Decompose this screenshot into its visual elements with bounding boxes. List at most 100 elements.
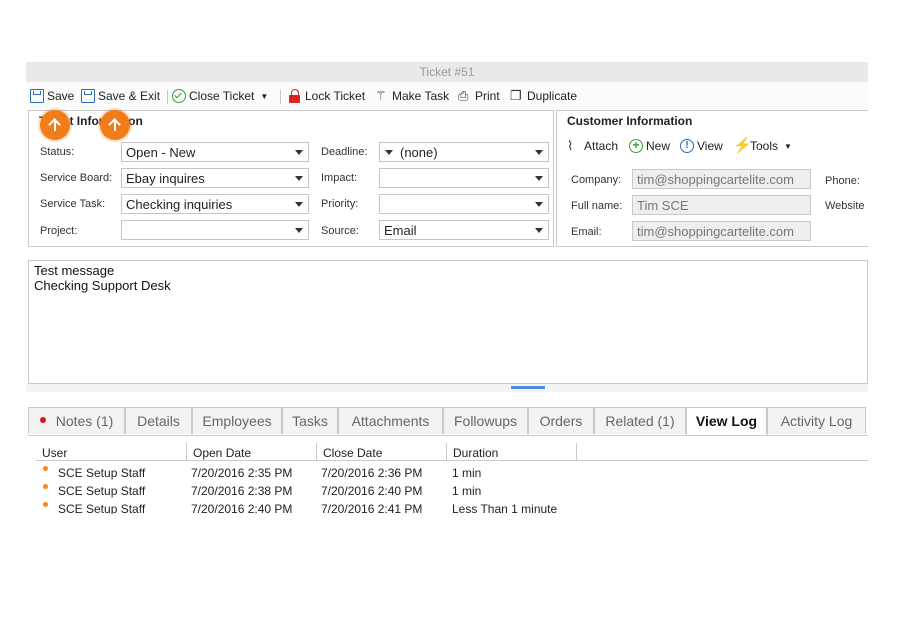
chevron-down-icon xyxy=(295,150,303,155)
duplicate-button[interactable]: ❐ Duplicate xyxy=(510,88,577,104)
new-customer-button[interactable]: + New xyxy=(629,139,670,153)
chevron-down-icon: ▼ xyxy=(260,91,269,101)
cell-close-date: 7/20/2016 2:36 PM xyxy=(321,466,423,480)
splitter-handle[interactable] xyxy=(511,386,545,389)
deadline-value: (none) xyxy=(400,145,438,160)
cell-duration: Less Than 1 minute xyxy=(452,502,558,514)
chevron-down-icon xyxy=(385,150,393,155)
window-title: Ticket #51 xyxy=(419,65,475,79)
cell-user: SCE Setup Staff xyxy=(58,502,146,514)
service-board-select[interactable]: Ebay inquires xyxy=(121,168,309,188)
priority-select[interactable] xyxy=(379,194,549,214)
view-customer-button[interactable]: ! View xyxy=(680,139,723,153)
tab-label: Orders xyxy=(539,413,583,429)
phone-label: Phone: xyxy=(825,175,860,187)
status-dot-icon xyxy=(43,502,48,507)
tab-label: View Log xyxy=(695,413,758,429)
make-task-button[interactable]: ⚚ Make Task xyxy=(375,88,449,104)
source-label: Source: xyxy=(321,225,359,237)
tab-related[interactable]: Related (1) xyxy=(594,407,686,434)
tab-followups[interactable]: Followups xyxy=(443,407,528,434)
column-header-duration[interactable]: Duration xyxy=(447,443,577,461)
cell-user: SCE Setup Staff xyxy=(58,484,146,498)
cell-user: SCE Setup Staff xyxy=(58,466,146,480)
status-dot-icon xyxy=(43,484,48,489)
save-exit-label: Save & Exit xyxy=(98,89,161,103)
fullname-label: Full name: xyxy=(571,200,623,212)
status-value: Open - New xyxy=(126,145,196,160)
email-label: Email: xyxy=(571,226,602,238)
service-board-value: Ebay inquires xyxy=(126,171,205,186)
lock-ticket-label: Lock Ticket xyxy=(305,89,366,103)
cell-duration: 1 min xyxy=(452,484,482,498)
impact-select[interactable] xyxy=(379,168,549,188)
customer-information-heading: Customer Information xyxy=(567,114,693,128)
lock-ticket-button[interactable]: Lock Ticket xyxy=(288,88,365,104)
info-icon: ! xyxy=(680,139,694,153)
new-label: New xyxy=(646,139,671,153)
attach-button[interactable]: ⌇ Attach xyxy=(567,139,618,154)
tools-menu-button[interactable]: ⚡ Tools ▼ xyxy=(733,138,792,153)
tab-label: Employees xyxy=(202,413,272,429)
save-icon xyxy=(30,89,44,103)
printer-icon: ⎙ xyxy=(458,88,469,103)
scroll-up-button[interactable] xyxy=(40,110,70,140)
close-ticket-button[interactable]: Close Ticket ▼ xyxy=(172,88,268,104)
table-row[interactable]: SCE Setup Staff 7/20/2016 2:38 PM 7/20/2… xyxy=(36,482,868,500)
service-task-value: Checking inquiries xyxy=(126,197,233,212)
cell-open-date: 7/20/2016 2:40 PM xyxy=(191,502,293,514)
column-header-close-date[interactable]: Close Date xyxy=(317,443,447,461)
make-task-label: Make Task xyxy=(392,89,450,103)
column-header-open-date[interactable]: Open Date xyxy=(187,443,317,461)
tools-label: Tools xyxy=(750,139,779,153)
tab-employees[interactable]: Employees xyxy=(192,407,282,434)
tab-tasks[interactable]: Tasks xyxy=(282,407,338,434)
top-section: Ticket Information Status: Open - New Se… xyxy=(26,110,868,247)
company-field: tim@shoppingcartelite.com xyxy=(632,169,811,189)
chevron-down-icon xyxy=(535,202,543,207)
view-label: View xyxy=(697,139,723,153)
tab-orders[interactable]: Orders xyxy=(528,407,594,434)
save-exit-button[interactable]: Save & Exit xyxy=(81,88,160,104)
print-button[interactable]: ⎙ Print xyxy=(458,88,500,104)
message-line: Test message xyxy=(34,263,115,278)
deadline-select[interactable]: (none) xyxy=(379,142,549,162)
status-select[interactable]: Open - New xyxy=(121,142,309,162)
cell-close-date: 7/20/2016 2:41 PM xyxy=(321,502,423,514)
tab-label: Activity Log xyxy=(780,413,853,429)
project-select[interactable] xyxy=(121,220,309,240)
chevron-down-icon xyxy=(535,176,543,181)
website-label: Website xyxy=(825,200,865,212)
tab-notes[interactable]: Notes (1) xyxy=(28,407,125,434)
chevron-down-icon xyxy=(295,202,303,207)
duplicate-label: Duplicate xyxy=(527,89,578,103)
tab-view-log[interactable]: View Log xyxy=(686,407,767,435)
fullname-field: Tim SCE xyxy=(632,195,811,215)
splitter[interactable] xyxy=(26,384,868,392)
chevron-down-icon xyxy=(295,228,303,233)
tab-details[interactable]: Details xyxy=(125,407,192,434)
deadline-label: Deadline: xyxy=(321,146,368,158)
message-line: Checking Support Desk xyxy=(34,278,171,293)
plus-circle-icon: + xyxy=(629,139,643,153)
message-body[interactable]: Test message Checking Support Desk xyxy=(28,260,868,384)
impact-label: Impact: xyxy=(321,172,358,184)
tab-attachments[interactable]: Attachments xyxy=(338,407,443,434)
chevron-down-icon xyxy=(535,228,543,233)
tab-activity-log[interactable]: Activity Log xyxy=(767,407,866,434)
close-ticket-label: Close Ticket xyxy=(189,89,255,103)
project-label: Project: xyxy=(40,225,78,237)
save-button[interactable]: Save xyxy=(30,88,74,104)
cell-open-date: 7/20/2016 2:38 PM xyxy=(191,484,293,498)
table-row[interactable]: SCE Setup Staff 7/20/2016 2:40 PM 7/20/2… xyxy=(36,500,868,514)
service-task-select[interactable]: Checking inquiries xyxy=(121,194,309,214)
source-select[interactable]: Email xyxy=(379,220,549,240)
column-header-user[interactable]: User xyxy=(36,443,187,461)
scroll-up-button[interactable] xyxy=(100,110,130,140)
tab-label: Related (1) xyxy=(605,413,675,429)
ticket-window: Ticket #51 Save Save & Exit Close Ticket… xyxy=(26,62,868,514)
tab-label: Notes (1) xyxy=(55,413,114,429)
tab-label: Attachments xyxy=(351,413,430,429)
chevron-down-icon: ▼ xyxy=(784,141,792,151)
table-row[interactable]: SCE Setup Staff 7/20/2016 2:35 PM 7/20/2… xyxy=(36,464,868,482)
